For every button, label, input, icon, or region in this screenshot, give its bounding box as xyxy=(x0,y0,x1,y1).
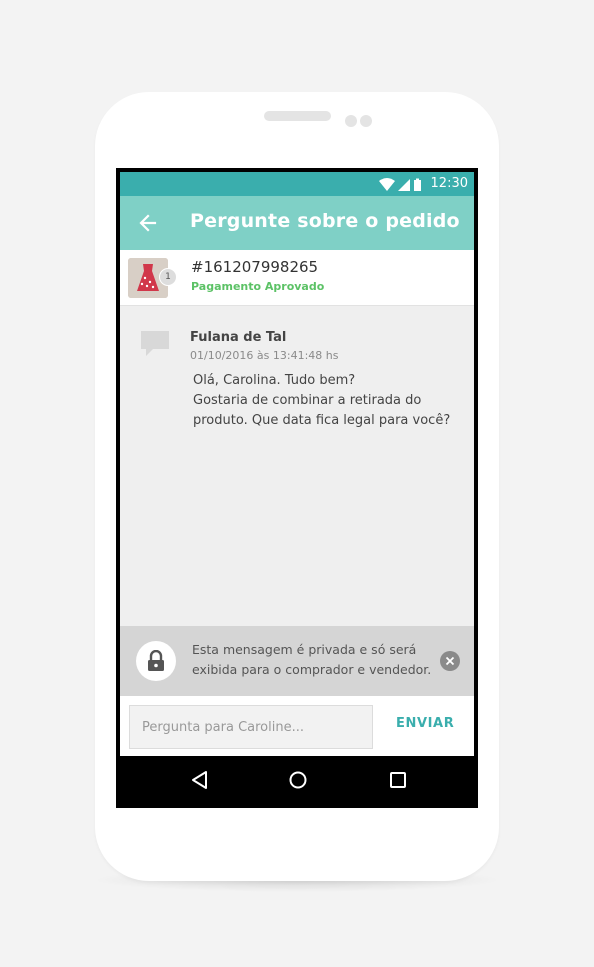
order-status: Pagamento Aprovado xyxy=(191,280,325,293)
android-nav-bar xyxy=(120,756,474,804)
order-number: #161207998265 xyxy=(191,258,319,276)
home-circle-icon[interactable] xyxy=(288,770,308,794)
notice-line: Esta mensagem é privada e só será xyxy=(192,642,417,657)
order-header[interactable]: 1 #161207998265 Pagamento Aprovado xyxy=(120,250,474,306)
app-bar: Pergunte sobre o pedido xyxy=(120,196,474,250)
phone-sensor xyxy=(360,115,372,127)
message-line: Olá, Carolina. Tudo bem? xyxy=(193,373,356,388)
privacy-notice-text: Esta mensagem é privada e só será exibid… xyxy=(192,640,431,680)
recents-square-icon[interactable] xyxy=(388,770,408,794)
conversation-area: 1 #161207998265 Pagamento Aprovado Fulan… xyxy=(120,250,474,756)
phone-speaker xyxy=(264,111,331,121)
status-time: 12:30 xyxy=(430,176,468,191)
quantity-badge: 1 xyxy=(159,268,177,286)
message-line: produto. Que data fica legal para você? xyxy=(193,413,451,428)
message-body: Olá, Carolina. Tudo bem? Gostaria de com… xyxy=(193,371,463,431)
device-screen: 12:30 Pergunte sobre o pedido 1 #1612079… xyxy=(116,168,478,808)
signal-icon xyxy=(398,179,410,191)
notice-line: exibida para o comprador e vendedor. xyxy=(192,662,432,677)
phone-camera xyxy=(345,115,357,127)
close-icon[interactable] xyxy=(440,651,460,671)
message-composer: ENVIAR xyxy=(120,696,474,756)
message-sender: Fulana de Tal xyxy=(190,330,287,345)
message-timestamp: 01/10/2016 às 13:41:48 hs xyxy=(190,349,339,362)
battery-icon xyxy=(414,178,421,191)
message-line: Gostaria de combinar a retirada do xyxy=(193,393,422,408)
lock-icon xyxy=(136,641,176,681)
question-input[interactable] xyxy=(129,705,373,749)
status-bar: 12:30 xyxy=(120,172,474,196)
back-arrow-icon[interactable] xyxy=(138,213,158,237)
page-title: Pergunte sobre o pedido xyxy=(190,210,460,232)
privacy-notice: Esta mensagem é privada e só será exibid… xyxy=(120,626,474,696)
status-icons xyxy=(378,177,422,196)
wifi-icon xyxy=(379,178,395,191)
back-triangle-icon[interactable] xyxy=(190,770,210,794)
send-button[interactable]: ENVIAR xyxy=(396,716,454,731)
chat-bubble-icon xyxy=(140,330,170,362)
